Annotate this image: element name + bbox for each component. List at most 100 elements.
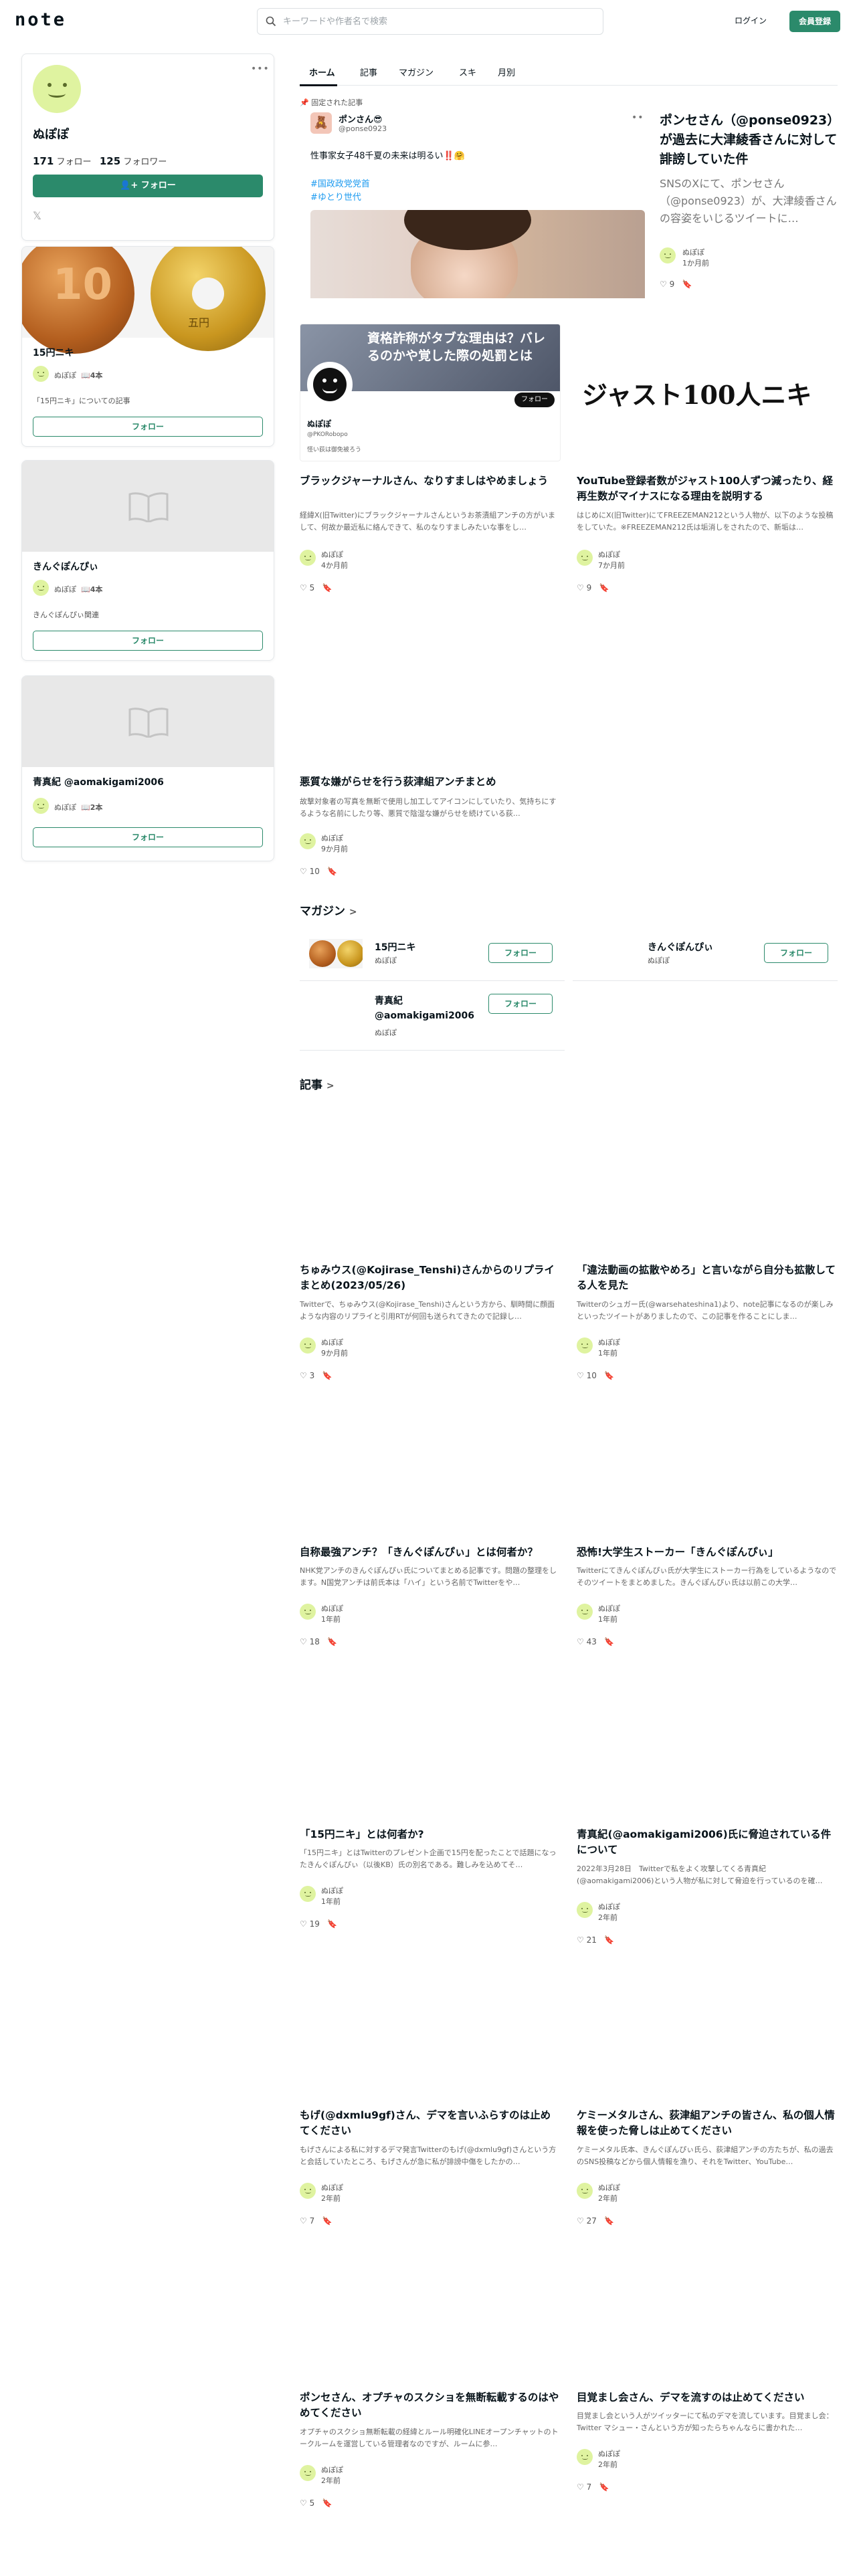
article-thumbnail[interactable]: ジャスト100人ニキ — [577, 324, 838, 461]
magazine-follow-button[interactable]: フォロー — [33, 417, 263, 437]
author-name[interactable]: ぬぽぽ — [321, 550, 348, 560]
followers-label[interactable]: フォロワー — [123, 157, 167, 167]
heart-icon[interactable]: ♡ — [577, 1637, 584, 1646]
author-name[interactable]: ぬぽぽ — [598, 1337, 620, 1348]
article-title[interactable]: 「違法動画の拡散やめろ」と言いながら自分も拡散してる人を見た — [577, 1263, 838, 1293]
author-name[interactable]: ぬぽぽ — [321, 1337, 348, 1348]
author-name[interactable]: ぬぽぽ — [321, 2465, 343, 2476]
heart-icon[interactable]: ♡ — [577, 1935, 584, 1945]
bookmark-icon[interactable]: 🔖 — [327, 1637, 337, 1646]
magazine-row-follow-button[interactable]: フォロー — [488, 943, 553, 963]
tab-likes[interactable]: スキ — [459, 66, 476, 78]
author-name[interactable]: ぬぽぽ — [598, 550, 625, 560]
followers-count[interactable]: 125 — [100, 155, 120, 167]
search-input[interactable] — [283, 14, 591, 29]
heart-icon[interactable]: ♡ — [577, 2216, 584, 2226]
author-name[interactable]: ぬぽぽ — [598, 2449, 620, 2460]
bookmark-icon[interactable]: 🔖 — [322, 583, 332, 593]
author-name[interactable]: ぬぽぽ — [321, 1886, 343, 1897]
heart-icon[interactable]: ♡ — [577, 1371, 584, 1380]
author-name[interactable]: ぬぽぽ — [54, 585, 76, 594]
article-title[interactable]: ちゅみウス(@Kojirase_Tenshi)さんからのリプライまとめ(2023… — [300, 1263, 561, 1293]
article-title[interactable]: 悪質な嫌がらせを行う荻津組アンチまとめ — [300, 774, 561, 790]
bookmark-icon[interactable]: 🔖 — [682, 280, 692, 289]
author-name[interactable]: ぬぽぽ — [321, 833, 348, 844]
author-name[interactable]: ぬぽぽ — [321, 1604, 343, 1614]
heart-icon[interactable]: ♡ — [300, 2498, 307, 2508]
heart-icon[interactable]: ♡ — [660, 280, 667, 289]
magazine-follow-button[interactable]: フォロー — [33, 631, 263, 651]
bookmark-icon[interactable]: 🔖 — [599, 583, 609, 593]
heart-icon[interactable]: ♡ — [300, 583, 307, 593]
bookmark-icon[interactable]: 🔖 — [604, 2216, 614, 2226]
tab-notes[interactable]: 記事 — [360, 66, 377, 78]
magazine-row-follow-button[interactable]: フォロー — [764, 943, 828, 963]
author-name[interactable]: ぬぽぽ — [321, 2183, 343, 2193]
following-label[interactable]: フォロー — [56, 157, 91, 167]
pinned-embed[interactable]: 🧸 ポンさん😎 @ponse0923 ••• 性事家女子48千夏の未来は明るい‼… — [310, 111, 645, 298]
magazine-title[interactable]: きんぐぽんぴぃ — [33, 560, 98, 573]
heart-icon[interactable]: ♡ — [300, 1371, 307, 1380]
bookmark-icon[interactable]: 🔖 — [604, 1637, 614, 1646]
magazine-row[interactable]: 青真紀 @aomakigami2006 ぬぽぽ フォロー — [300, 986, 565, 1039]
embed-hashtag[interactable]: #ゆとり世代 — [310, 190, 361, 203]
signup-button[interactable]: 会員登録 — [789, 11, 840, 32]
bookmark-icon[interactable]: 🔖 — [604, 1371, 614, 1380]
search-box[interactable] — [257, 8, 603, 35]
heart-icon[interactable]: ♡ — [300, 2216, 307, 2226]
bookmark-icon[interactable]: 🔖 — [604, 1935, 614, 1945]
article-title[interactable]: 自称最強アンチ？「きんぐぽんぴぃ」とは何者か？ — [300, 1545, 561, 1560]
tab-home[interactable]: ホーム — [309, 66, 335, 78]
sidebar-magazine-card[interactable]: きんぐぽんぴぃ ぬぽぽ 📖4本 きんぐぽんぴぃ関連 フォロー — [21, 460, 274, 661]
heart-icon[interactable]: ♡ — [300, 867, 307, 876]
sidebar-magazine-card[interactable]: 青真紀 @aomakigami2006 ぬぽぽ 📖2本 フォロー — [21, 675, 274, 861]
login-link[interactable]: ログイン — [735, 15, 767, 26]
article-title[interactable]: 目覚まし会さん、デマを流すのは止めてください — [577, 2390, 838, 2405]
magazine-row[interactable]: きんぐぽんぴぃ ぬぽぽ フォロー — [573, 932, 838, 975]
bookmark-icon[interactable]: 🔖 — [327, 867, 337, 876]
heart-icon[interactable]: ♡ — [577, 2482, 584, 2492]
author-name[interactable]: ぬぽぽ — [54, 803, 76, 812]
article-title[interactable]: 恐怖!大学生ストーカー「きんぐぽんぴぃ」 — [577, 1545, 838, 1560]
bookmark-icon[interactable]: 🔖 — [599, 2482, 609, 2492]
x-social-icon[interactable]: 𝕏 — [33, 209, 41, 222]
embed-hashtag[interactable]: #国政政党党首 — [310, 177, 370, 189]
magazine-follow-button[interactable]: フォロー — [33, 827, 263, 847]
magazine-row[interactable]: 15円ニキ ぬぽぽ フォロー — [300, 932, 565, 975]
article-thumbnail[interactable]: 資格詐称がタブな理由は？バレるのかや覚した際の処罰とは フォロー ぬぽぽ @PK… — [300, 324, 561, 461]
magazine-title[interactable]: 青真紀 @aomakigami2006 — [33, 775, 164, 788]
article-title[interactable]: 「15円ニキ」とは何者か? — [300, 1827, 561, 1842]
bookmark-icon[interactable]: 🔖 — [322, 2498, 332, 2508]
heart-icon[interactable]: ♡ — [300, 1919, 307, 1929]
author-name[interactable]: ぬぽぽ — [598, 1604, 620, 1614]
note-logo[interactable]: note — [15, 9, 66, 30]
bookmark-icon[interactable]: 🔖 — [322, 1371, 332, 1380]
avatar[interactable] — [33, 65, 81, 113]
pinned-article-title[interactable]: ポンセさん（@ponse0923）が過去に大津綾香さんに対して誹謗していた件 — [660, 111, 838, 169]
articles-section-heading[interactable]: 記事 > — [300, 1075, 335, 1092]
article-title[interactable]: YouTube登録者数がジャスト100人ずつ減ったり、経再生数がマイナスになる理… — [577, 473, 838, 504]
author-name[interactable]: ぬぽぽ — [598, 1902, 620, 1913]
tab-magazines[interactable]: マガジン — [399, 66, 434, 78]
heart-icon[interactable]: ♡ — [300, 1637, 307, 1646]
article-title[interactable]: ケミーメタルさん、荻津組アンチの皆さん、私の個人情報を使った脅しは止めてください — [577, 2108, 838, 2139]
article-title[interactable]: ポンセさん、オプチャのスクショを無断転載するのはやめてください — [300, 2390, 561, 2421]
more-options-icon[interactable]: ••• — [251, 64, 270, 74]
sidebar-magazine-card[interactable]: 10 五円 15円ニキ ぬぽぽ 📖4本 「15円ニキ」についての記事 フォロー — [21, 246, 274, 447]
author-name[interactable]: ぬぽぽ — [54, 371, 76, 380]
tab-monthly[interactable]: 月別 — [498, 66, 515, 78]
author-name[interactable]: ぬぽぽ — [598, 2183, 620, 2193]
article-title[interactable]: ブラックジャーナルさん、なりすましはやめましょう — [300, 473, 561, 489]
bookmark-icon[interactable]: 🔖 — [327, 1919, 337, 1929]
author-name[interactable]: ぬぽぽ — [682, 247, 709, 258]
following-count[interactable]: 171 — [33, 155, 54, 167]
profile-follow-button[interactable]: 👤+ フォロー — [33, 175, 263, 197]
article-title[interactable]: 青真紀(@aomakigami2006)氏に脅迫されている件について — [577, 1827, 838, 1858]
magazine-section-heading[interactable]: マガジン > — [300, 901, 357, 918]
article-title[interactable]: もげ(@dxmlu9gf)さん、デマを言いふらすのは止めてください — [300, 2108, 561, 2139]
heart-icon[interactable]: ♡ — [577, 583, 584, 593]
magazine-title[interactable]: 15円ニキ — [33, 346, 74, 359]
bookmark-icon[interactable]: 🔖 — [322, 2216, 332, 2226]
magazine-row-follow-button[interactable]: フォロー — [488, 994, 553, 1014]
embed-more-icon[interactable]: ••• — [632, 112, 645, 123]
